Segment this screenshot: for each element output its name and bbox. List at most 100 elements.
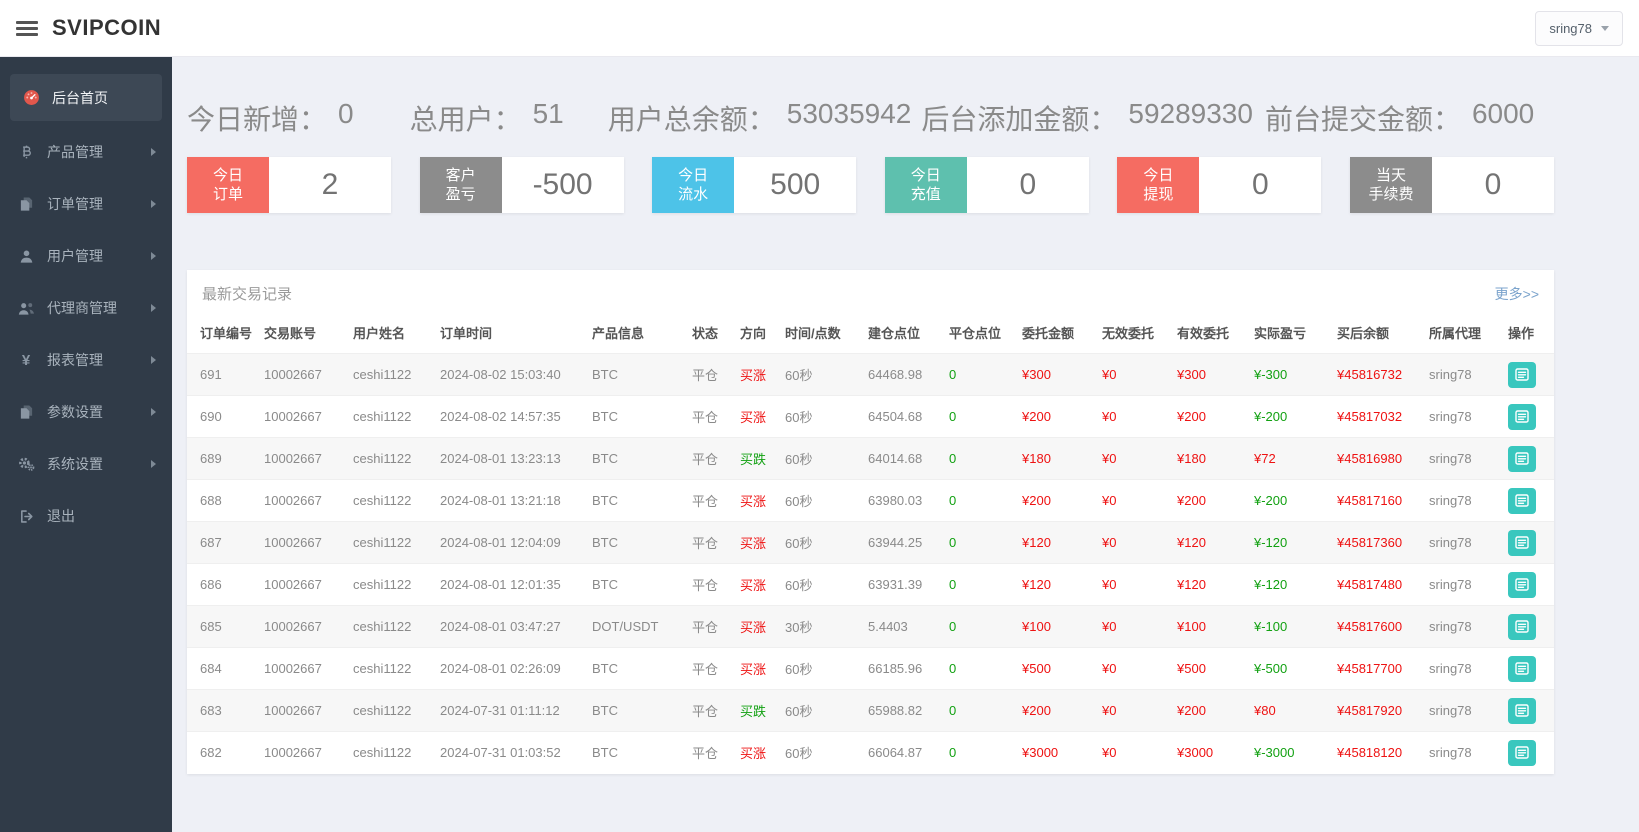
cell-profit: ¥-200 xyxy=(1250,396,1333,438)
cell-product: BTC xyxy=(588,564,688,606)
card-badge: 客户盈亏 xyxy=(420,157,502,213)
user-menu-button[interactable]: sring78 xyxy=(1535,11,1623,46)
sidebar-item-users[interactable]: 用户管理 xyxy=(0,230,172,282)
stat-total-users: 总用户：51 xyxy=(410,98,564,138)
latest-trades-panel: 最新交易记录 更多>> 订单编号交易账号用户姓名订单时间产品信息状态方向时间/点… xyxy=(187,270,1554,774)
cell-valid: ¥300 xyxy=(1173,354,1250,396)
cell-product: BTC xyxy=(588,690,688,732)
sidebar-item-label: 参数设置 xyxy=(47,402,103,422)
chevron-right-icon xyxy=(151,356,156,364)
sidebar-item-dashboard[interactable]: 后台首页 xyxy=(10,74,162,121)
cell-id: 685 xyxy=(187,606,260,648)
cell-valid: ¥500 xyxy=(1173,648,1250,690)
cell-balance: ¥45817032 xyxy=(1333,396,1425,438)
chevron-right-icon xyxy=(151,460,156,468)
sidebar-item-reports[interactable]: ¥报表管理 xyxy=(0,334,172,386)
card-customer-pnl: 客户盈亏-500 xyxy=(420,157,624,213)
column-header: 有效委托 xyxy=(1173,313,1250,354)
main-content: 今日新增： 0 总用户：51 用户总余额：53035942后台添加金额： 5928933… xyxy=(172,57,1639,832)
cell-invalid: ¥0 xyxy=(1098,690,1173,732)
cell-direction: 买涨 xyxy=(736,564,781,606)
cell-agent: sring78 xyxy=(1425,564,1504,606)
sidebar-item-label: 用户管理 xyxy=(47,246,103,266)
sidebar-item-logout[interactable]: 退出 xyxy=(0,490,172,542)
cell-account: 10002667 xyxy=(260,438,349,480)
sidebar-item-agents[interactable]: 代理商管理 xyxy=(0,282,172,334)
order-detail-button[interactable] xyxy=(1508,698,1536,724)
card-today-deposit: 今日充值0 xyxy=(885,157,1089,213)
cell-name: ceshi1122 xyxy=(349,648,436,690)
cell-direction: 买涨 xyxy=(736,480,781,522)
order-detail-button[interactable] xyxy=(1508,488,1536,514)
order-detail-button[interactable] xyxy=(1508,404,1536,430)
stat-value: 0 xyxy=(338,98,354,138)
cell-agent: sring78 xyxy=(1425,522,1504,564)
cell-invalid: ¥0 xyxy=(1098,354,1173,396)
cell-agent: sring78 xyxy=(1425,606,1504,648)
column-header: 委托金额 xyxy=(1018,313,1098,354)
cell-status: 平仓 xyxy=(688,690,736,732)
cell-product: BTC xyxy=(588,732,688,774)
order-detail-button[interactable] xyxy=(1508,362,1536,388)
cell-invalid: ¥0 xyxy=(1098,606,1173,648)
sidebar-item-params[interactable]: 参数设置 xyxy=(0,386,172,438)
more-link[interactable]: 更多>> xyxy=(1495,284,1539,304)
order-detail-button[interactable] xyxy=(1508,530,1536,556)
table-row: 68610002667ceshi11222024-08-01 12:01:35B… xyxy=(187,564,1554,606)
cell-time: 2024-08-01 12:04:09 xyxy=(436,522,588,564)
cell-profit: ¥-500 xyxy=(1250,648,1333,690)
cell-amount: ¥200 xyxy=(1018,690,1098,732)
sidebar-item-label: 系统设置 xyxy=(47,454,103,474)
order-detail-button[interactable] xyxy=(1508,572,1536,598)
cell-agent: sring78 xyxy=(1425,396,1504,438)
stat-value: 59289330 xyxy=(1128,98,1253,138)
cell-status: 平仓 xyxy=(688,648,736,690)
card-badge: 今日订单 xyxy=(187,157,269,213)
cell-status: 平仓 xyxy=(688,606,736,648)
cell-profit: ¥72 xyxy=(1250,438,1333,480)
cell-id: 687 xyxy=(187,522,260,564)
stat-value: 6000 xyxy=(1472,98,1534,138)
cell-time: 2024-08-01 13:23:13 xyxy=(436,438,588,480)
menu-toggle-icon[interactable] xyxy=(16,14,38,43)
stat-admin-added-amount: 后台添加金额： 59289330 xyxy=(921,98,1253,138)
cell-agent: sring78 xyxy=(1425,354,1504,396)
cell-agent: sring78 xyxy=(1425,648,1504,690)
card-today-turnover: 今日流水500 xyxy=(652,157,856,213)
cell-agent: sring78 xyxy=(1425,690,1504,732)
stat-label: 后台添加金额： xyxy=(921,98,1117,138)
stat-today-new: 今日新增： 0 xyxy=(187,98,354,138)
order-detail-button[interactable] xyxy=(1508,656,1536,682)
cell-time: 2024-08-01 12:01:35 xyxy=(436,564,588,606)
sidebar-item-label: 代理商管理 xyxy=(47,298,117,318)
bitcoin-icon xyxy=(16,144,36,160)
top-bar: SVIPCOIN sring78 xyxy=(0,0,1639,57)
cell-invalid: ¥0 xyxy=(1098,438,1173,480)
cell-balance: ¥45817920 xyxy=(1333,690,1425,732)
stat-users-total-balance: 用户总余额：53035942 xyxy=(608,98,912,138)
cell-profit: ¥-200 xyxy=(1250,480,1333,522)
cell-balance: ¥45818120 xyxy=(1333,732,1425,774)
cell-action xyxy=(1504,690,1554,732)
stat-label: 今日新增： xyxy=(187,98,327,138)
sidebar-item-orders[interactable]: 订单管理 xyxy=(0,178,172,230)
sidebar-item-products[interactable]: 产品管理 xyxy=(0,126,172,178)
stat-value: 51 xyxy=(533,98,564,138)
cell-name: ceshi1122 xyxy=(349,606,436,648)
cell-invalid: ¥0 xyxy=(1098,522,1173,564)
sidebar-item-system[interactable]: 系统设置 xyxy=(0,438,172,490)
cell-action xyxy=(1504,480,1554,522)
cell-account: 10002667 xyxy=(260,732,349,774)
table-row: 68410002667ceshi11222024-08-01 02:26:09B… xyxy=(187,648,1554,690)
cell-invalid: ¥0 xyxy=(1098,396,1173,438)
cell-action xyxy=(1504,732,1554,774)
cell-action xyxy=(1504,438,1554,480)
cell-valid: ¥100 xyxy=(1173,606,1250,648)
order-detail-button[interactable] xyxy=(1508,740,1536,766)
cell-period: 60秒 xyxy=(781,480,864,522)
cell-account: 10002667 xyxy=(260,480,349,522)
cell-id: 683 xyxy=(187,690,260,732)
order-detail-button[interactable] xyxy=(1508,614,1536,640)
order-detail-button[interactable] xyxy=(1508,446,1536,472)
cell-close: 0 xyxy=(945,732,1018,774)
